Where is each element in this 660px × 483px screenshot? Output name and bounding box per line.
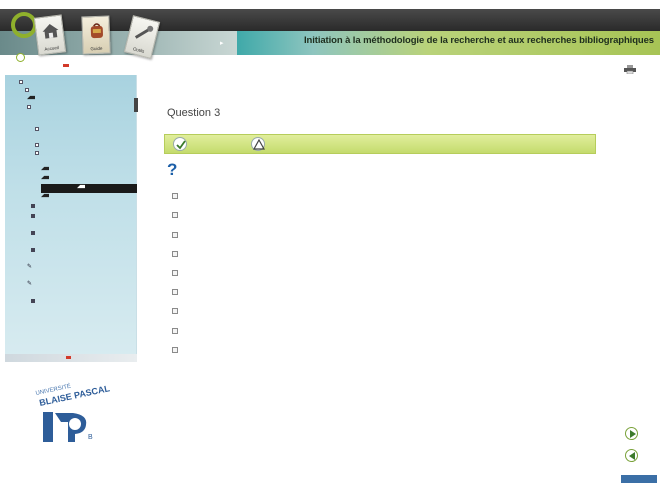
arrow-left-icon <box>629 452 635 460</box>
course-title-bar: Initiation à la méthodologie de la reche… <box>237 31 660 55</box>
tab-guide[interactable]: Guide <box>81 15 111 55</box>
toc-item[interactable] <box>5 213 137 230</box>
red-marker <box>66 356 71 359</box>
toc-item[interactable] <box>5 298 137 307</box>
toc-item[interactable] <box>5 150 137 166</box>
toc-item[interactable] <box>5 193 137 203</box>
answer-option[interactable] <box>172 231 372 240</box>
pen-icon: ✎ <box>27 281 33 287</box>
print-button[interactable] <box>619 61 641 81</box>
toc-tree: ✎ ✎ <box>5 79 137 307</box>
answer-checkbox[interactable] <box>172 347 178 353</box>
question-tab-bar <box>164 134 596 154</box>
question-mark-icon: ? <box>167 160 178 179</box>
toc-item[interactable] <box>5 126 137 142</box>
answer-option[interactable] <box>172 192 372 201</box>
answer-option[interactable] <box>172 327 372 336</box>
answer-checkbox[interactable] <box>172 212 178 218</box>
answer-checkbox[interactable] <box>172 289 178 295</box>
checkbox-icon <box>35 126 39 131</box>
bullet-icon <box>31 203 35 208</box>
answer-checkbox[interactable] <box>172 193 178 199</box>
arrow-right-icon: ▸ <box>220 40 224 47</box>
toc-item[interactable] <box>5 142 137 150</box>
corner-badge <box>621 475 657 483</box>
toc-item[interactable] <box>5 87 137 95</box>
answer-checkbox[interactable] <box>172 251 178 257</box>
question-title: Question 3 <box>167 107 221 119</box>
expand-icon <box>25 87 29 92</box>
checkbox-icon <box>27 104 31 109</box>
bullet-icon <box>31 298 35 303</box>
bullet-icon <box>31 247 35 252</box>
tab-exercise[interactable] <box>173 137 187 151</box>
toc-item[interactable]: ✎ <box>5 281 137 298</box>
backpack-icon <box>90 23 103 39</box>
pen-icon: ✎ <box>27 264 33 270</box>
exercise-icon <box>27 96 35 100</box>
answer-checkbox[interactable] <box>172 328 178 334</box>
next-button[interactable] <box>625 427 638 440</box>
exercise-icon <box>41 176 49 180</box>
toc-item[interactable]: ✎ <box>5 264 137 281</box>
answer-option[interactable] <box>172 211 372 220</box>
answer-checkbox[interactable] <box>172 308 178 314</box>
printer-icon <box>624 65 636 75</box>
checkmark-icon <box>176 140 186 150</box>
toc-item-selected[interactable] <box>41 184 137 193</box>
checkbox-icon <box>35 142 39 147</box>
tab-accueil[interactable]: Accueil <box>33 14 67 56</box>
toc-item[interactable] <box>5 79 137 87</box>
toc-item[interactable] <box>5 230 137 247</box>
answer-option[interactable] <box>172 250 372 259</box>
expand-icon <box>19 79 23 84</box>
toc-item[interactable] <box>5 166 137 175</box>
toc-item[interactable] <box>5 203 137 213</box>
exercise-icon <box>41 167 49 171</box>
university-logo: UNIVERSITÉ BLAISE PASCAL B <box>35 383 111 442</box>
course-title: Initiation à la méthodologie de la reche… <box>303 35 654 46</box>
logo-line2: BLAISE PASCAL <box>38 383 111 408</box>
app-logo-ring-icon <box>11 12 37 38</box>
checkbox-icon <box>35 150 39 155</box>
sidebar-toc: ✎ ✎ <box>5 75 137 356</box>
tools-icon <box>134 25 154 39</box>
answer-checkbox[interactable] <box>172 232 178 238</box>
house-icon <box>42 23 59 39</box>
tab-guide-label: Guide <box>90 45 103 52</box>
toc-item[interactable] <box>5 175 137 184</box>
header: Initiation à la méthodologie de la reche… <box>0 0 660 60</box>
sidebar-footer <box>5 354 137 362</box>
toc-item[interactable] <box>5 247 137 264</box>
tab-accueil-label: Accueil <box>44 45 60 52</box>
sidebar-resize-handle[interactable] <box>134 98 138 112</box>
tab-evaluation[interactable] <box>251 137 266 151</box>
bullet-icon <box>31 230 35 235</box>
exercise-icon <box>41 194 49 198</box>
exercise-icon <box>77 185 85 189</box>
logo-mark: B <box>88 434 93 441</box>
red-marker <box>63 64 69 67</box>
answer-option[interactable] <box>172 269 372 278</box>
toc-item[interactable] <box>5 95 137 104</box>
previous-button[interactable] <box>625 449 638 462</box>
warning-icon <box>252 138 266 150</box>
arrow-right-icon <box>630 430 636 438</box>
toc-item[interactable] <box>5 104 137 126</box>
bullet-icon <box>31 213 35 218</box>
small-logo-ring-icon <box>16 53 25 62</box>
answer-checkbox[interactable] <box>172 270 178 276</box>
answer-option[interactable] <box>172 346 372 355</box>
answer-option[interactable] <box>172 307 372 316</box>
answer-option[interactable] <box>172 288 372 297</box>
